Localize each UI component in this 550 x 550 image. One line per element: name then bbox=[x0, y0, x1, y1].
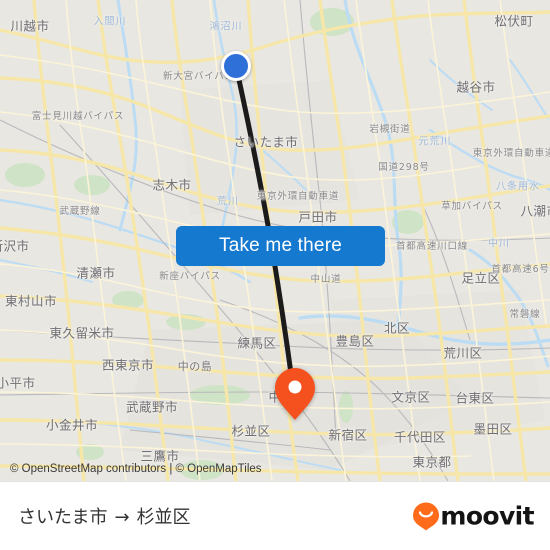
moovit-wordmark: moovit bbox=[440, 501, 534, 531]
trip-summary: さいたま市 → 杉並区 bbox=[18, 503, 191, 529]
footer-bar: さいたま市 → 杉並区 moovit bbox=[0, 481, 550, 550]
origin-dot-icon[interactable] bbox=[221, 51, 251, 81]
map-attribution: © OpenStreetMap contributors | © OpenMap… bbox=[10, 463, 262, 475]
moovit-logo[interactable]: moovit bbox=[413, 501, 535, 531]
destination-pin-icon[interactable] bbox=[275, 368, 315, 420]
trip-destination-label: 杉並区 bbox=[136, 507, 191, 528]
arrow-right-icon: → bbox=[114, 507, 130, 528]
map-canvas[interactable]: .rd { stroke:#f6e7a9; fill:none; stroke-… bbox=[0, 0, 550, 481]
moovit-pin-icon bbox=[413, 502, 440, 530]
take-me-there-button[interactable]: Take me there bbox=[176, 226, 385, 266]
trip-origin-label: さいたま市 bbox=[18, 507, 108, 528]
moovit-trip-map-page: .rd { stroke:#f6e7a9; fill:none; stroke-… bbox=[0, 0, 550, 550]
